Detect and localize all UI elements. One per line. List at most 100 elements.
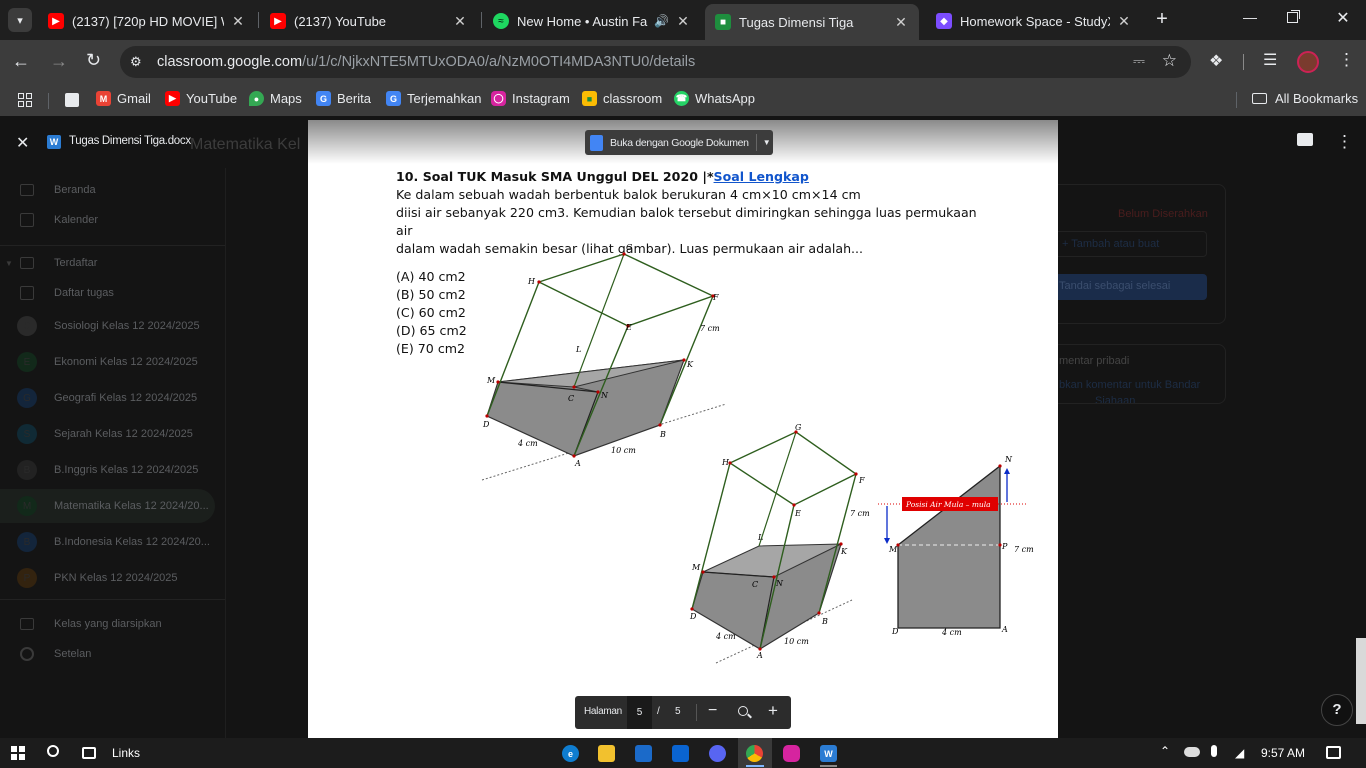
enrolled-icon — [20, 257, 34, 269]
close-icon[interactable]: ✕ — [452, 13, 468, 30]
menu-icon[interactable]: ⋮ — [1338, 50, 1355, 70]
instagram-icon[interactable] — [783, 745, 800, 762]
help-button[interactable]: ? — [1321, 694, 1353, 726]
instagram-icon: ◯ — [491, 91, 506, 106]
reload-button[interactable]: ↻ — [86, 50, 101, 71]
word-file-icon: W — [47, 135, 61, 149]
minimize-button[interactable]: — — [1240, 9, 1260, 29]
bookmark-whatsapp[interactable]: ☎ WhatsApp — [674, 91, 755, 106]
bookmark-terjemahkan[interactable]: G Terjemahkan — [386, 91, 481, 106]
bookmark-berita[interactable]: G Berita — [316, 91, 371, 106]
class-avatar: E — [17, 352, 37, 372]
chevron-down-icon[interactable]: ▼ — [763, 138, 771, 147]
label-side: 7 cm — [1014, 545, 1034, 554]
bookmark-gmail[interactable]: M Gmail — [96, 91, 151, 106]
chrome-icon[interactable] — [746, 745, 763, 762]
close-icon[interactable]: ✕ — [1116, 13, 1132, 30]
tab-title: (2137) [720p HD MOVIE] Wa — [72, 13, 224, 29]
more-options-icon[interactable]: ⋮ — [1336, 132, 1353, 152]
forward-button[interactable]: → — [50, 51, 68, 72]
close-viewer-button[interactable]: ✕ — [16, 133, 29, 153]
address-bar[interactable]: ⚙ classroom.google.com/u/1/c/NjkxNTE5MTU… — [120, 46, 1191, 78]
all-bookmarks[interactable]: All Bookmarks — [1252, 91, 1358, 106]
class-avatar: M — [17, 496, 37, 516]
class-avatar: P — [17, 568, 37, 588]
avatar[interactable] — [1297, 51, 1319, 73]
close-window-button[interactable]: ✕ — [1333, 8, 1353, 28]
media-controls-icon[interactable]: ☰ — [1263, 50, 1277, 70]
add-or-create-label: + Tambah atau buat — [1062, 238, 1160, 250]
tab-spotify[interactable]: ≈ New Home • Austin Farw 🔊 ✕ — [483, 6, 701, 36]
sidebar-item-label: Sosiologi Kelas 12 2024/2025 — [54, 320, 200, 332]
notifications-icon[interactable] — [1326, 746, 1341, 759]
microphone-icon[interactable] — [1211, 745, 1217, 757]
translate-icon: G — [386, 91, 401, 106]
chevron-up-icon[interactable]: ⌃ — [1160, 744, 1170, 758]
page-separator: / — [657, 706, 660, 717]
scrollbar-thumb[interactable] — [1356, 638, 1366, 724]
add-comment-link-2[interactable]: Siahaan — [1095, 395, 1135, 403]
close-icon[interactable]: ✕ — [230, 13, 246, 30]
zoom-in-button[interactable]: + — [768, 701, 778, 721]
clock[interactable]: 9:57 AM — [1261, 746, 1305, 760]
reading-icon[interactable] — [65, 93, 79, 107]
extensions-icon[interactable]: ❖ — [1209, 51, 1223, 71]
sidebar-item-label: Daftar tugas — [54, 287, 114, 299]
status-badge: Belum Diserahkan — [1118, 208, 1208, 220]
tab-youtube[interactable]: ▶ (2137) YouTube ✕ — [260, 6, 478, 36]
archive-icon — [20, 618, 34, 630]
browser-toolbar: ← → ↻ ⚙ classroom.google.com/u/1/c/NjkxN… — [0, 40, 1366, 84]
mail-icon[interactable] — [672, 745, 689, 762]
windows-start-icon[interactable] — [11, 746, 25, 760]
mark-done-button[interactable]: Tandai sebagai selesai — [1049, 274, 1207, 300]
star-icon[interactable]: ☆ — [1162, 51, 1177, 71]
back-button[interactable]: ← — [12, 51, 30, 72]
class-avatar: G — [17, 388, 37, 408]
tab-search-button[interactable]: ▾ — [8, 8, 32, 32]
print-icon[interactable] — [1297, 133, 1313, 146]
add-comment-link[interactable]: bkan komentar untuk Bandar — [1059, 379, 1200, 391]
tab-tugas-dimensi-tiga[interactable]: ■ Tugas Dimensi Tiga ✕ — [705, 4, 919, 40]
bookmark-maps[interactable]: ● Maps — [249, 91, 302, 106]
bookmark-instagram[interactable]: ◯ Instagram — [491, 91, 570, 106]
tab-youtube-movie[interactable]: ▶ (2137) [720p HD MOVIE] Wa ✕ — [38, 6, 256, 36]
bookmark-classroom[interactable]: ■ classroom — [582, 91, 662, 106]
open-with-google-docs-button[interactable]: Buka dengan Google Dokumen ▼ — [585, 130, 773, 155]
label-D: D — [891, 627, 899, 636]
onedrive-icon[interactable] — [1184, 747, 1200, 757]
page-number-input[interactable]: 5 — [627, 696, 652, 729]
sidebar-item-label: Kelas yang diarsipkan — [54, 618, 162, 630]
close-icon[interactable]: ✕ — [893, 14, 909, 31]
settings-icon — [20, 647, 34, 661]
sidebar-item-label: Geografi Kelas 12 2024/2025 — [54, 392, 198, 404]
todo-icon — [20, 286, 34, 300]
discord-icon[interactable] — [709, 745, 726, 762]
new-tab-button[interactable]: + — [1150, 8, 1174, 32]
site-info-icon[interactable]: ⚙ — [130, 54, 148, 70]
sidebar-item-label: Terdaftar — [54, 257, 98, 269]
tab-studyx[interactable]: ◆ Homework Space - StudyX ✕ — [926, 6, 1142, 36]
search-icon[interactable] — [47, 745, 59, 757]
restore-button[interactable] — [1287, 12, 1298, 23]
file-explorer-icon[interactable] — [598, 745, 615, 762]
close-icon[interactable]: ✕ — [675, 13, 691, 30]
add-or-create-button[interactable]: + Tambah atau buat — [1049, 231, 1207, 257]
wifi-icon[interactable]: ◢ — [1235, 746, 1244, 760]
install-app-icon[interactable]: ⎓ — [1133, 53, 1145, 70]
sidebar-item-label: B.Inggris Kelas 12 2024/2025 — [54, 464, 199, 476]
edge-icon[interactable]: e — [562, 745, 579, 762]
label-w: 4 cm — [941, 628, 962, 637]
word-icon[interactable]: W — [820, 745, 837, 762]
apps-icon[interactable] — [18, 93, 33, 107]
links-label[interactable]: Links — [112, 746, 140, 760]
chevron-down-icon: ▼ — [5, 258, 13, 268]
speaker-icon[interactable]: 🔊 — [654, 14, 669, 28]
store-icon[interactable] — [635, 745, 652, 762]
task-view-icon[interactable] — [82, 747, 96, 759]
mark-done-label: Tandai sebagai selesai — [1059, 280, 1171, 292]
windows-taskbar: Links e W ⌃ ◢ 9:57 AM — [0, 738, 1366, 768]
background-class-title: Matematika Kel — [190, 136, 301, 153]
maps-icon: ● — [249, 91, 264, 106]
zoom-out-button[interactable]: − — [708, 702, 717, 720]
bookmark-youtube[interactable]: ▶ YouTube — [165, 91, 237, 106]
